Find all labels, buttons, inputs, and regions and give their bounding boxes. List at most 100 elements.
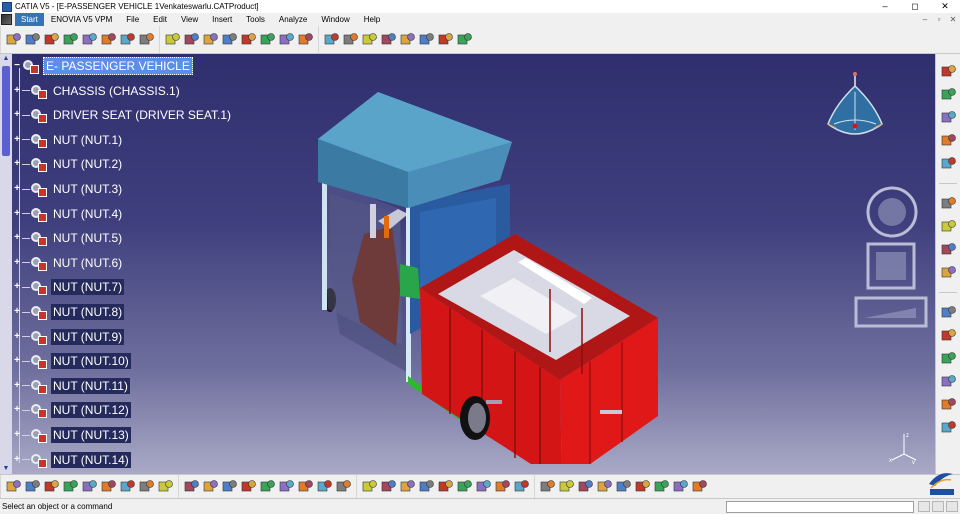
expand-icon[interactable]: + <box>12 110 22 120</box>
tree-node[interactable]: + NUT (NUT.6) <box>12 253 124 273</box>
new-product-icon[interactable] <box>940 109 957 126</box>
expand-icon[interactable]: + <box>12 257 22 268</box>
expand-icon[interactable]: + <box>12 85 22 96</box>
annotations-icon[interactable] <box>456 31 473 48</box>
table-icon[interactable] <box>475 478 492 495</box>
manipulation-icon[interactable] <box>940 218 957 235</box>
measure-item-icon[interactable] <box>577 478 594 495</box>
apply-material-icon[interactable] <box>653 478 670 495</box>
product-icon[interactable] <box>940 63 957 80</box>
offset-icon[interactable] <box>297 31 314 48</box>
distance-icon[interactable] <box>221 31 238 48</box>
scroll-up-icon[interactable]: ▲ <box>0 54 12 64</box>
expand-icon[interactable]: + <box>12 208 22 219</box>
pan-icon[interactable] <box>240 478 257 495</box>
tree-node[interactable]: + NUT (NUT.8) <box>12 302 125 322</box>
replace-icon[interactable] <box>62 31 79 48</box>
formula-icon[interactable] <box>437 478 454 495</box>
expand-icon[interactable]: + <box>12 405 22 415</box>
tree-node[interactable]: + NUT (NUT.13) <box>12 425 131 445</box>
maximize-button[interactable]: ◻ <box>900 0 930 13</box>
open-icon[interactable] <box>24 478 41 495</box>
frame-icon[interactable] <box>940 264 957 281</box>
expand-icon[interactable]: + <box>12 380 22 391</box>
tree-node[interactable]: + CHASSIS (CHASSIS.1) <box>12 81 182 101</box>
minimize-button[interactable]: – <box>870 0 900 13</box>
knowledge-icon[interactable] <box>456 478 473 495</box>
symbol-icon[interactable] <box>940 241 957 258</box>
spec-tree-icon[interactable] <box>940 304 957 321</box>
expand-icon[interactable]: + <box>12 233 22 243</box>
command-input[interactable] <box>726 500 914 513</box>
close-button[interactable]: ✕ <box>930 0 960 13</box>
clash-icon[interactable] <box>183 31 200 48</box>
component-icon[interactable] <box>43 31 60 48</box>
menu-tools[interactable]: Tools <box>239 13 272 26</box>
zoom-out-icon[interactable] <box>297 478 314 495</box>
cut-icon[interactable] <box>81 478 98 495</box>
tree-root[interactable]: − E- PASSENGER VEHICLE <box>12 56 193 76</box>
new-part-icon[interactable] <box>940 132 957 149</box>
multi-view-icon[interactable] <box>335 478 352 495</box>
tree-node[interactable]: + NUT (NUT.14) <box>12 450 131 470</box>
bom-icon[interactable] <box>940 419 957 436</box>
menu-analyze[interactable]: Analyze <box>272 13 314 26</box>
snap-icon[interactable] <box>119 31 136 48</box>
copy-icon[interactable] <box>100 478 117 495</box>
fix-icon[interactable] <box>240 31 257 48</box>
compass-icon[interactable] <box>826 70 886 150</box>
save-icon[interactable] <box>43 478 60 495</box>
measure-inertia-icon[interactable] <box>596 478 613 495</box>
expand-icon[interactable]: + <box>12 307 22 317</box>
sketch-analysis-icon[interactable] <box>634 478 651 495</box>
tree-node[interactable]: + NUT (NUT.2) <box>12 154 124 174</box>
tree-node[interactable]: + NUT (NUT.3) <box>12 179 124 199</box>
menu-file[interactable]: File <box>119 13 146 26</box>
command-status-button-3[interactable] <box>946 501 958 512</box>
navigation-controls-icon[interactable] <box>854 186 928 331</box>
iso-view-icon[interactable] <box>361 478 378 495</box>
menu-enovia[interactable]: ENOVIA V5 VPM <box>44 13 119 26</box>
document-menu-icon[interactable] <box>1 14 12 25</box>
fix-together-icon[interactable] <box>342 31 359 48</box>
render-style-icon[interactable] <box>380 478 397 495</box>
reorder-icon[interactable] <box>81 31 98 48</box>
select-icon[interactable] <box>940 195 957 212</box>
expand-icon[interactable]: + <box>12 454 22 465</box>
tree-node[interactable]: + NUT (NUT.9) <box>12 327 125 347</box>
paste-icon[interactable] <box>119 478 136 495</box>
menu-help[interactable]: Help <box>357 13 387 26</box>
tree-node[interactable]: + DRIVER SEAT (DRIVER SEAT.1) <box>12 105 233 125</box>
undo-icon[interactable] <box>138 478 155 495</box>
constraint-icon[interactable] <box>24 31 41 48</box>
command-status-button-1[interactable] <box>918 501 930 512</box>
tree-node[interactable]: + NUT (NUT.1) <box>12 130 124 150</box>
analysis-icon[interactable] <box>940 373 957 390</box>
scroll-down-icon[interactable]: ▼ <box>0 464 12 474</box>
angle-icon[interactable] <box>323 31 340 48</box>
multi-instantiate-icon[interactable] <box>100 31 117 48</box>
vehicle-3d-model[interactable] <box>300 84 680 464</box>
new-component-icon[interactable] <box>940 86 957 103</box>
whats-this-icon[interactable] <box>183 478 200 495</box>
menu-insert[interactable]: Insert <box>205 13 239 26</box>
menu-edit[interactable]: Edit <box>146 13 174 26</box>
doc-minimize-button[interactable]: – <box>918 15 932 24</box>
tree-node[interactable]: + NUT (NUT.10) <box>12 351 131 371</box>
photo-studio-icon[interactable] <box>672 478 689 495</box>
tree-node[interactable]: + NUT (NUT.7) <box>12 277 125 297</box>
normal-view-icon[interactable] <box>316 478 333 495</box>
coincidence-icon[interactable] <box>259 31 276 48</box>
collapse-icon[interactable]: − <box>12 61 22 71</box>
material-icon[interactable] <box>940 350 957 367</box>
expand-icon[interactable]: + <box>12 356 22 366</box>
expand-icon[interactable]: + <box>12 159 22 169</box>
expand-icon[interactable]: + <box>12 430 22 440</box>
new-icon[interactable] <box>5 478 22 495</box>
expand-icon[interactable]: + <box>12 282 22 292</box>
existing-component-icon[interactable] <box>940 155 957 172</box>
flexible-icon[interactable] <box>380 31 397 48</box>
menu-start[interactable]: Start <box>15 13 44 26</box>
section-icon[interactable] <box>202 31 219 48</box>
hierarchy-icon[interactable] <box>940 396 957 413</box>
